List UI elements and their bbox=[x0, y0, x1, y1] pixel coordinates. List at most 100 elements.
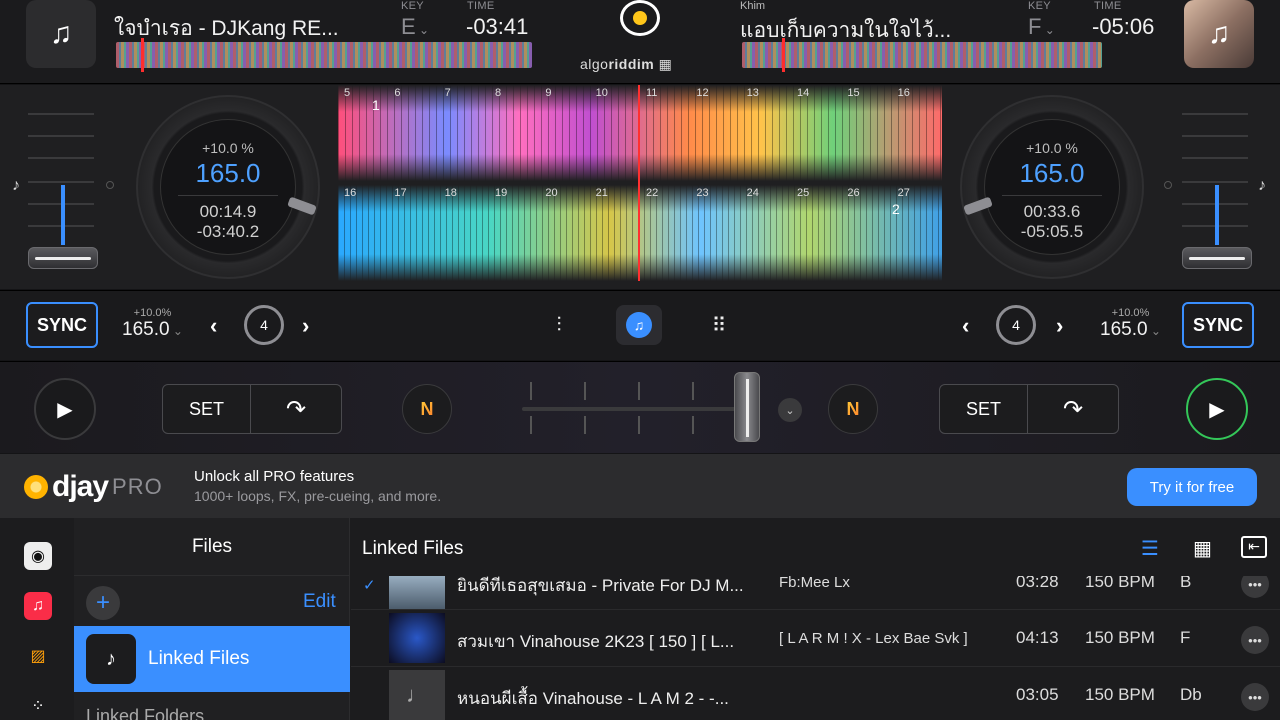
left-key-label: KEY bbox=[401, 0, 424, 12]
beat-number: 15 bbox=[847, 87, 860, 99]
left-deck-indicator bbox=[106, 181, 114, 189]
tidal-icon[interactable]: ⁘ bbox=[24, 692, 52, 720]
left-pitch-handle[interactable] bbox=[28, 247, 98, 269]
left-jump-cue-button[interactable]: ↷ bbox=[251, 385, 341, 433]
music-note-placeholder-icon: ♩ bbox=[389, 670, 445, 720]
left-time-label: TIME bbox=[467, 0, 495, 12]
left-sync-button[interactable]: SYNC bbox=[26, 302, 98, 348]
transport-row: ▶ SET ↷ N ⌄ N SET ↷ ▶ bbox=[0, 361, 1280, 453]
right-loop-increase-button[interactable]: › bbox=[1056, 313, 1063, 339]
beatport-icon[interactable]: ▨ bbox=[24, 642, 52, 670]
more-options-icon[interactable]: ••• bbox=[1241, 626, 1269, 654]
left-loop-decrease-button[interactable]: ‹ bbox=[210, 313, 217, 339]
left-set-cue-button[interactable]: SET bbox=[163, 385, 251, 433]
right-deck-waveform[interactable]: 16 17 18 19 20 21 22 23 24 25 26 27 2 bbox=[338, 185, 942, 281]
left-cue-controls: SET ↷ bbox=[162, 384, 342, 434]
right-pitch-handle[interactable] bbox=[1182, 247, 1252, 269]
left-bpm[interactable]: 165.0 bbox=[161, 158, 295, 189]
right-loop-decrease-button[interactable]: ‹ bbox=[962, 313, 969, 339]
right-deck-artwork[interactable]: ♫ bbox=[1184, 0, 1254, 68]
left-time-value[interactable]: -03:41 bbox=[466, 14, 528, 40]
library-source-rail: ◉ ♫ ▨ ⁘ bbox=[0, 518, 74, 720]
list-view-icon[interactable]: ☰ bbox=[1141, 536, 1159, 561]
edit-button[interactable]: Edit bbox=[303, 591, 336, 613]
beat-number: 27 bbox=[897, 187, 910, 199]
beat-number: 16 bbox=[344, 187, 357, 199]
beat-number: 17 bbox=[394, 187, 407, 199]
checkmark-icon: ✓ bbox=[363, 577, 376, 594]
beat-number: 11 bbox=[646, 87, 658, 99]
right-key-value[interactable]: F ⌄ bbox=[1028, 14, 1055, 40]
add-folder-button[interactable]: + bbox=[86, 586, 120, 620]
beat-number: 12 bbox=[696, 87, 709, 99]
beat-number: 6 bbox=[394, 87, 401, 99]
plus-icon: + bbox=[95, 589, 110, 616]
left-deck-waveform[interactable]: 5 6 7 8 9 10 11 12 13 14 15 16 1 bbox=[338, 85, 942, 181]
right-overview-playhead bbox=[782, 38, 785, 72]
collapse-panel-icon[interactable]: ⇤ bbox=[1241, 536, 1267, 558]
track-artwork bbox=[389, 576, 445, 609]
right-track-overview[interactable] bbox=[742, 42, 1102, 68]
jump-arrow-icon: ↷ bbox=[285, 395, 307, 423]
beat-number: 16 bbox=[897, 87, 910, 99]
right-turntable[interactable]: +10.0 % 165.0 00:33.6 -05:05.5 bbox=[960, 95, 1144, 279]
grid-view-icon[interactable]: ▦ bbox=[1193, 536, 1212, 561]
djay-disc-icon bbox=[24, 475, 48, 499]
right-play-button[interactable]: ▶ bbox=[1186, 378, 1248, 440]
left-tempo-display[interactable]: +10.0% 165.0 ⌄ bbox=[122, 307, 183, 341]
right-track-artist: Khim bbox=[740, 0, 766, 12]
more-options-icon[interactable]: ••• bbox=[1241, 576, 1269, 598]
table-row[interactable]: สวมเขา Vinahouse 2K23 [ 150 ] [ L... [ L… bbox=[351, 610, 1280, 667]
sidebar-item-linked-files[interactable]: ♪ Linked Files bbox=[74, 626, 350, 692]
right-set-cue-button[interactable]: SET bbox=[940, 385, 1028, 433]
record-button[interactable] bbox=[620, 0, 660, 36]
music-note-icon: ♫ bbox=[1207, 17, 1231, 50]
pro-upsell-banner: djay PRO Unlock all PRO features 1000+ lo… bbox=[0, 454, 1280, 518]
right-deck-indicator bbox=[1164, 181, 1172, 189]
left-track-overview[interactable] bbox=[116, 42, 532, 68]
crossfader[interactable] bbox=[522, 372, 772, 442]
left-neural-mix-button[interactable]: N bbox=[402, 384, 452, 434]
beat-number: 26 bbox=[847, 187, 860, 199]
left-turntable[interactable]: +10.0 % 165.0 00:14.9 -03:40.2 bbox=[136, 95, 320, 279]
right-sync-button[interactable]: SYNC bbox=[1182, 302, 1254, 348]
apple-music-icon[interactable]: ♫ bbox=[24, 592, 52, 620]
crossfader-knob[interactable] bbox=[734, 372, 760, 442]
play-icon: ▶ bbox=[1209, 398, 1225, 421]
left-pitch-slider[interactable] bbox=[28, 113, 98, 283]
beat-number: 9 bbox=[545, 87, 552, 99]
right-bpm[interactable]: 165.0 bbox=[985, 158, 1119, 189]
right-pitch-percent: +10.0 % bbox=[1026, 140, 1078, 156]
grid-icon: ▦ bbox=[658, 56, 673, 72]
table-row[interactable]: ♩ หนอนผีเสื้อ Vinahouse - L A M 2 - -...… bbox=[351, 667, 1280, 720]
waveform-playhead bbox=[638, 85, 640, 281]
try-for-free-button[interactable]: Try it for free bbox=[1127, 468, 1257, 506]
jump-arrow-icon: ↷ bbox=[1062, 395, 1084, 423]
beat-number: 7 bbox=[444, 87, 451, 99]
beat-number: 14 bbox=[797, 87, 810, 99]
right-jump-cue-button[interactable]: ↷ bbox=[1028, 385, 1118, 433]
more-options-icon[interactable]: ••• bbox=[1241, 683, 1269, 711]
loop-icon: 4 bbox=[260, 317, 268, 333]
right-loop-button[interactable]: 4 bbox=[996, 305, 1036, 345]
right-neural-mix-button[interactable]: N bbox=[828, 384, 878, 434]
right-elapsed-time: 00:33.6 bbox=[1023, 202, 1081, 221]
left-play-button[interactable]: ▶ bbox=[34, 378, 96, 440]
left-loop-button[interactable]: 4 bbox=[244, 305, 284, 345]
right-pitch-slider[interactable] bbox=[1182, 113, 1252, 283]
crossfader-options-chevron-icon[interactable]: ⌄ bbox=[778, 398, 802, 422]
files-source-icon[interactable]: ◉ bbox=[24, 542, 52, 570]
left-key-value[interactable]: E ⌄ bbox=[401, 14, 429, 40]
left-deck-artwork[interactable]: ♫ bbox=[26, 0, 96, 68]
pads-grid-icon[interactable]: ⠿ bbox=[696, 305, 742, 345]
track-list-panel: Linked Files ☰ ▦ ⇤ ✓ ยินดีที่เธอสุขเสมอ … bbox=[351, 518, 1280, 720]
right-time-value[interactable]: -05:06 bbox=[1092, 14, 1154, 40]
track-artwork bbox=[389, 613, 445, 663]
table-row[interactable]: ✓ ยินดีที่เธอสุขเสมอ - Private For DJ M.… bbox=[351, 576, 1280, 610]
left-loop-increase-button[interactable]: › bbox=[302, 313, 309, 339]
right-tempo-display[interactable]: +10.0% 165.0 ⌄ bbox=[1100, 307, 1161, 341]
mixer-icon[interactable]: ⫶ bbox=[536, 305, 582, 345]
music-view-icon[interactable]: ♫ bbox=[616, 305, 662, 345]
sidebar-item-linked-folders[interactable]: Linked Folders bbox=[86, 706, 204, 720]
left-track-title[interactable]: ใจบำเรอ - DJKang RE... bbox=[114, 12, 339, 45]
